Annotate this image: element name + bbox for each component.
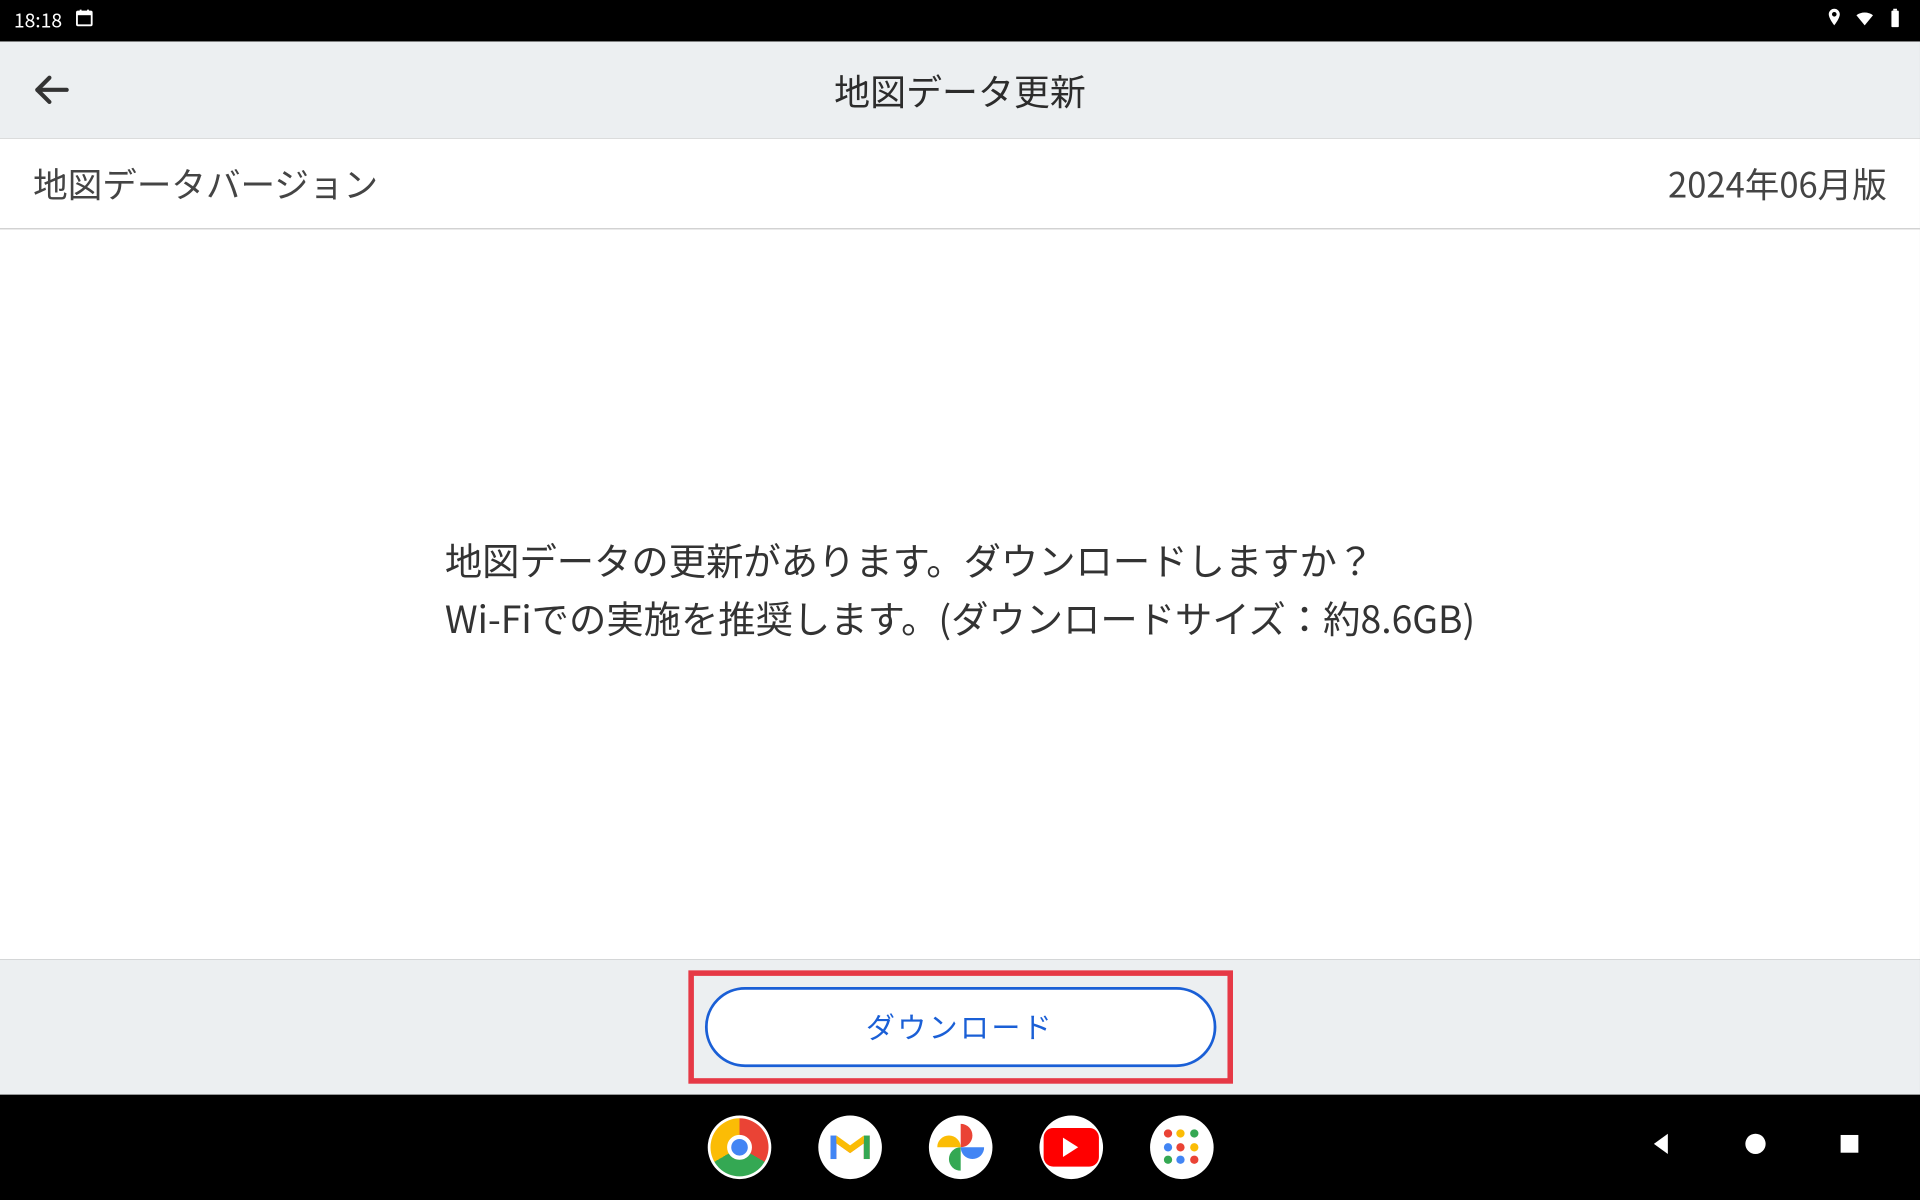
download-bar: ダウンロード [0,959,1920,1094]
page-title: 地図データ更新 [0,64,1920,115]
status-time: 18:18 [14,7,62,35]
update-message: 地図データの更新があります。ダウンロードしますか？ Wi-Fiでの実施を推奨しま… [445,531,1475,647]
nav-home-button[interactable] [1740,1129,1770,1166]
status-bar: 18:18 [0,0,1920,41]
gmail-icon [826,1129,873,1165]
update-message-line1: 地図データの更新があります。ダウンロードしますか？ [445,531,1475,589]
nav-recent-button[interactable] [1834,1129,1864,1166]
youtube-icon [1043,1128,1098,1167]
photos-icon [936,1124,983,1171]
nav-app-apps[interactable] [1149,1116,1213,1180]
version-row: 地図データバージョン 2024年06月版 [0,138,1920,229]
download-button-label: ダウンロード [866,1006,1054,1047]
version-value: 2024年06月版 [1668,158,1887,208]
back-button[interactable] [28,66,75,113]
version-label: 地図データバージョン [33,158,378,208]
download-highlight-box: ダウンロード [688,970,1233,1083]
nav-recent-icon [1834,1129,1864,1159]
back-arrow-icon [30,69,71,110]
chrome-icon [710,1118,768,1176]
update-message-line2: Wi-Fiでの実施を推奨します。(ダウンロードサイズ：約8.6GB) [445,589,1475,647]
battery-icon [1884,6,1906,35]
nav-app-chrome[interactable] [707,1116,771,1180]
app-header: 地図データ更新 [0,41,1920,138]
apps-icon [1163,1129,1199,1165]
main-area: 地図データの更新があります。ダウンロードしますか？ Wi-Fiでの実施を推奨しま… [0,229,1920,959]
calendar-icon [73,6,95,35]
download-button[interactable]: ダウンロード [704,987,1215,1067]
wifi-icon [1854,6,1876,35]
nav-app-youtube[interactable] [1039,1116,1103,1180]
nav-app-photos[interactable] [928,1116,992,1180]
nav-back-icon [1646,1129,1676,1159]
location-icon [1823,6,1845,35]
nav-app-gmail[interactable] [818,1116,882,1180]
nav-home-icon [1740,1129,1770,1159]
navigation-bar [0,1095,1920,1200]
nav-back-button[interactable] [1646,1129,1676,1166]
